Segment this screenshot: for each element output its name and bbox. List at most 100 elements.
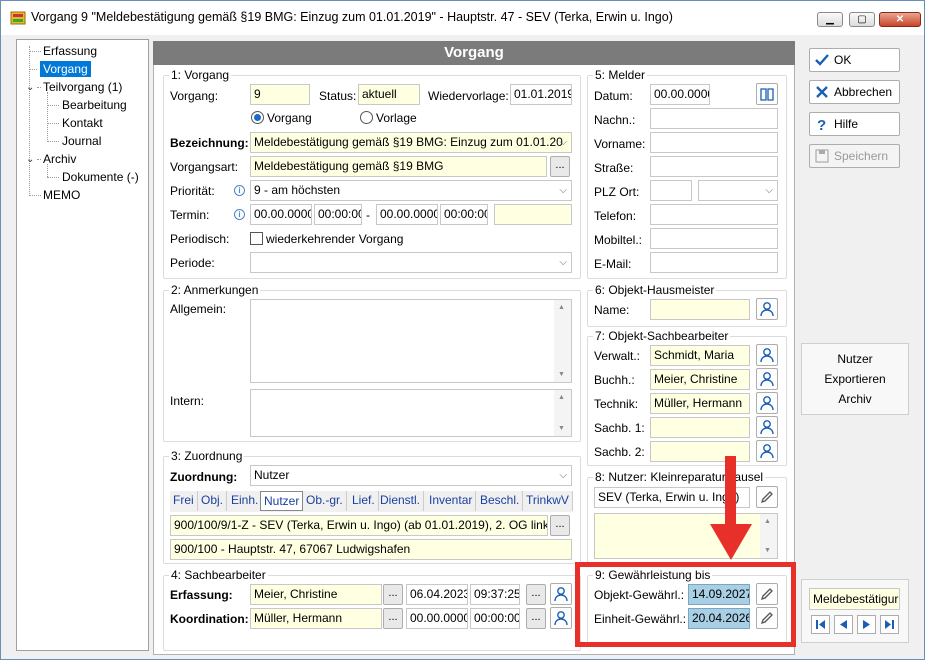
termin-time-from[interactable]: 00:00:00	[314, 204, 362, 225]
group-label: 7: Objekt-Sachbearbeiter	[593, 329, 731, 343]
prioritaet-combo[interactable]: 9 - am höchsten ⌵	[250, 180, 572, 201]
hausmeister-name-field[interactable]	[650, 299, 750, 320]
tree-item-memo[interactable]: MEMO	[43, 187, 80, 203]
chevron-down-icon: ⌵	[559, 470, 567, 481]
melder-datum-field[interactable]: 00.00.0000	[650, 84, 710, 105]
koordination-person-button[interactable]	[550, 607, 572, 629]
nutzer-klausel-edit-button[interactable]	[756, 486, 778, 508]
zuordnung-browse-button[interactable]: ...	[550, 515, 570, 536]
scrollbar[interactable]: ▲ ▼	[760, 514, 777, 558]
tree-item-journal[interactable]: Journal	[62, 133, 101, 149]
tree-item-vorgang[interactable]: Vorgang	[40, 61, 91, 77]
erfassung-date-field[interactable]: 06.04.2023	[406, 584, 468, 605]
sachb1-person-button[interactable]	[756, 416, 778, 438]
melder-plz-field[interactable]	[650, 180, 692, 201]
tab-ob-gr[interactable]: Ob.-gr.	[303, 491, 347, 511]
termin-date-to[interactable]: 00.00.0000	[376, 204, 438, 225]
expand-icon[interactable]: ⌄	[26, 154, 34, 165]
first-record-button[interactable]	[811, 615, 830, 634]
koordination-date-field[interactable]: 00.00.0000	[406, 608, 468, 629]
tab-obj[interactable]: Obj.	[198, 491, 228, 511]
first-icon	[816, 620, 825, 629]
erfassung-time-field[interactable]: 09:37:25	[470, 584, 520, 605]
tab-lief[interactable]: Lief.	[349, 491, 379, 511]
tree-item-teilvorgang[interactable]: Teilvorgang (1)	[43, 79, 122, 95]
status-field[interactable]: aktuell	[358, 84, 420, 105]
zuordnung-line2[interactable]: 900/100 - Hauptstr. 47, 67067 Ludwigshaf…	[170, 539, 572, 560]
erfassung-more-button[interactable]: ...	[526, 584, 546, 605]
allgemein-textarea[interactable]: ▲ ▼	[250, 299, 572, 383]
melder-vorname-field[interactable]	[650, 132, 778, 153]
tree-item-dokumente[interactable]: Dokumente (-)	[62, 169, 139, 185]
abbrechen-button[interactable]: Abbrechen	[809, 80, 900, 104]
scrollbar[interactable]: ▲ ▼	[554, 300, 571, 382]
tab-beschl[interactable]: Beschl.	[477, 491, 524, 511]
verwalt-field[interactable]: Schmidt, Maria	[650, 345, 750, 366]
next-record-button[interactable]	[857, 615, 876, 634]
koordination-name-field[interactable]: Müller, Hermann	[250, 608, 382, 629]
sachb1-field[interactable]	[650, 417, 750, 438]
zuordnung-combo[interactable]: Nutzer ⌵	[250, 465, 572, 486]
melder-email-field[interactable]	[650, 252, 778, 273]
speichern-button[interactable]: Speichern	[809, 144, 900, 168]
tab-trinkwv[interactable]: TrinkwV	[523, 491, 573, 511]
verwalt-person-button[interactable]	[756, 344, 778, 366]
ok-button[interactable]: OK	[809, 48, 900, 72]
periodisch-checkbox[interactable]	[250, 232, 263, 245]
tree-item-bearbeitung[interactable]: Bearbeitung	[62, 97, 127, 113]
termin-extra-field[interactable]	[494, 204, 572, 225]
minimize-button[interactable]: ▁	[817, 12, 843, 27]
wiedervorlage-field[interactable]: 01.01.2019	[510, 84, 572, 105]
vorgangsart-field[interactable]: Meldebestätigung gemäß §19 BMG	[250, 156, 547, 177]
hausmeister-person-button[interactable]	[756, 298, 778, 320]
zuordnung-line1[interactable]: 900/100/9/1-Z - SEV (Terka, Erwin u. Ing…	[170, 515, 548, 536]
melder-ort-combo[interactable]: ⌵	[698, 180, 778, 201]
tab-einh[interactable]: Einh.	[228, 491, 263, 511]
vorgang-number-field[interactable]: 9	[250, 84, 310, 105]
termin-date-from[interactable]: 00.00.0000	[250, 204, 312, 225]
tree-item-kontakt[interactable]: Kontakt	[62, 115, 103, 131]
info-icon[interactable]: i	[234, 185, 245, 196]
erfassung-person-button[interactable]	[550, 583, 572, 605]
tab-frei[interactable]: Frei	[170, 491, 198, 511]
radio-vorlage[interactable]	[360, 111, 373, 124]
bezeichnung-combo[interactable]: Meldebestätigung gemäß §19 BMG: Einzug z…	[250, 132, 572, 153]
expand-icon[interactable]: ⌄	[26, 82, 34, 93]
erfassung-name-field[interactable]: Meier, Christine	[250, 584, 382, 605]
koordination-time-field[interactable]: 00:00:00	[470, 608, 520, 629]
technik-person-button[interactable]	[756, 392, 778, 414]
intern-textarea[interactable]: ▲ ▼	[250, 389, 572, 437]
koordination-more-button[interactable]: ...	[526, 608, 546, 629]
koordination-browse-button[interactable]: ...	[383, 608, 403, 629]
radio-vorgang[interactable]	[251, 111, 264, 124]
melder-addressbook-button[interactable]	[756, 83, 778, 105]
maximize-button[interactable]: ▢	[849, 12, 875, 27]
vorgangsart-browse-button[interactable]: ...	[550, 156, 570, 177]
tab-dienstl[interactable]: Dienstl.	[377, 491, 425, 511]
prioritaet-value: 9 - am höchsten	[254, 183, 341, 197]
technik-field[interactable]: Müller, Hermann	[650, 393, 750, 414]
sachb2-person-button[interactable]	[756, 440, 778, 462]
person-icon	[760, 348, 774, 363]
info-icon[interactable]: i	[234, 209, 245, 220]
tab-inventar[interactable]: Inventar	[426, 491, 477, 511]
erfassung-browse-button[interactable]: ...	[383, 584, 403, 605]
termin-time-to[interactable]: 00:00:00	[440, 204, 488, 225]
melder-nachn-field[interactable]	[650, 108, 778, 129]
tree-item-archiv[interactable]: Archiv	[43, 151, 76, 167]
last-record-button[interactable]	[880, 615, 899, 634]
tree-item-erfassung[interactable]: Erfassung	[43, 43, 97, 59]
buchh-field[interactable]: Meier, Christine	[650, 369, 750, 390]
previous-record-button[interactable]	[834, 615, 853, 634]
side-action-panel[interactable]: Nutzer Exportieren Archiv	[801, 343, 909, 415]
close-button[interactable]: ✕	[879, 12, 921, 27]
meldebestaetigung-field[interactable]: Meldebestätigur	[809, 588, 900, 610]
buchh-person-button[interactable]	[756, 368, 778, 390]
hilfe-button[interactable]: ? Hilfe	[809, 112, 900, 136]
tab-nutzer[interactable]: Nutzer	[260, 491, 304, 511]
scrollbar[interactable]: ▲ ▼	[554, 390, 571, 436]
periode-combo[interactable]: ⌵	[250, 252, 572, 273]
melder-telefon-field[interactable]	[650, 204, 778, 225]
melder-strasse-field[interactable]	[650, 156, 778, 177]
melder-mobil-field[interactable]	[650, 228, 778, 249]
